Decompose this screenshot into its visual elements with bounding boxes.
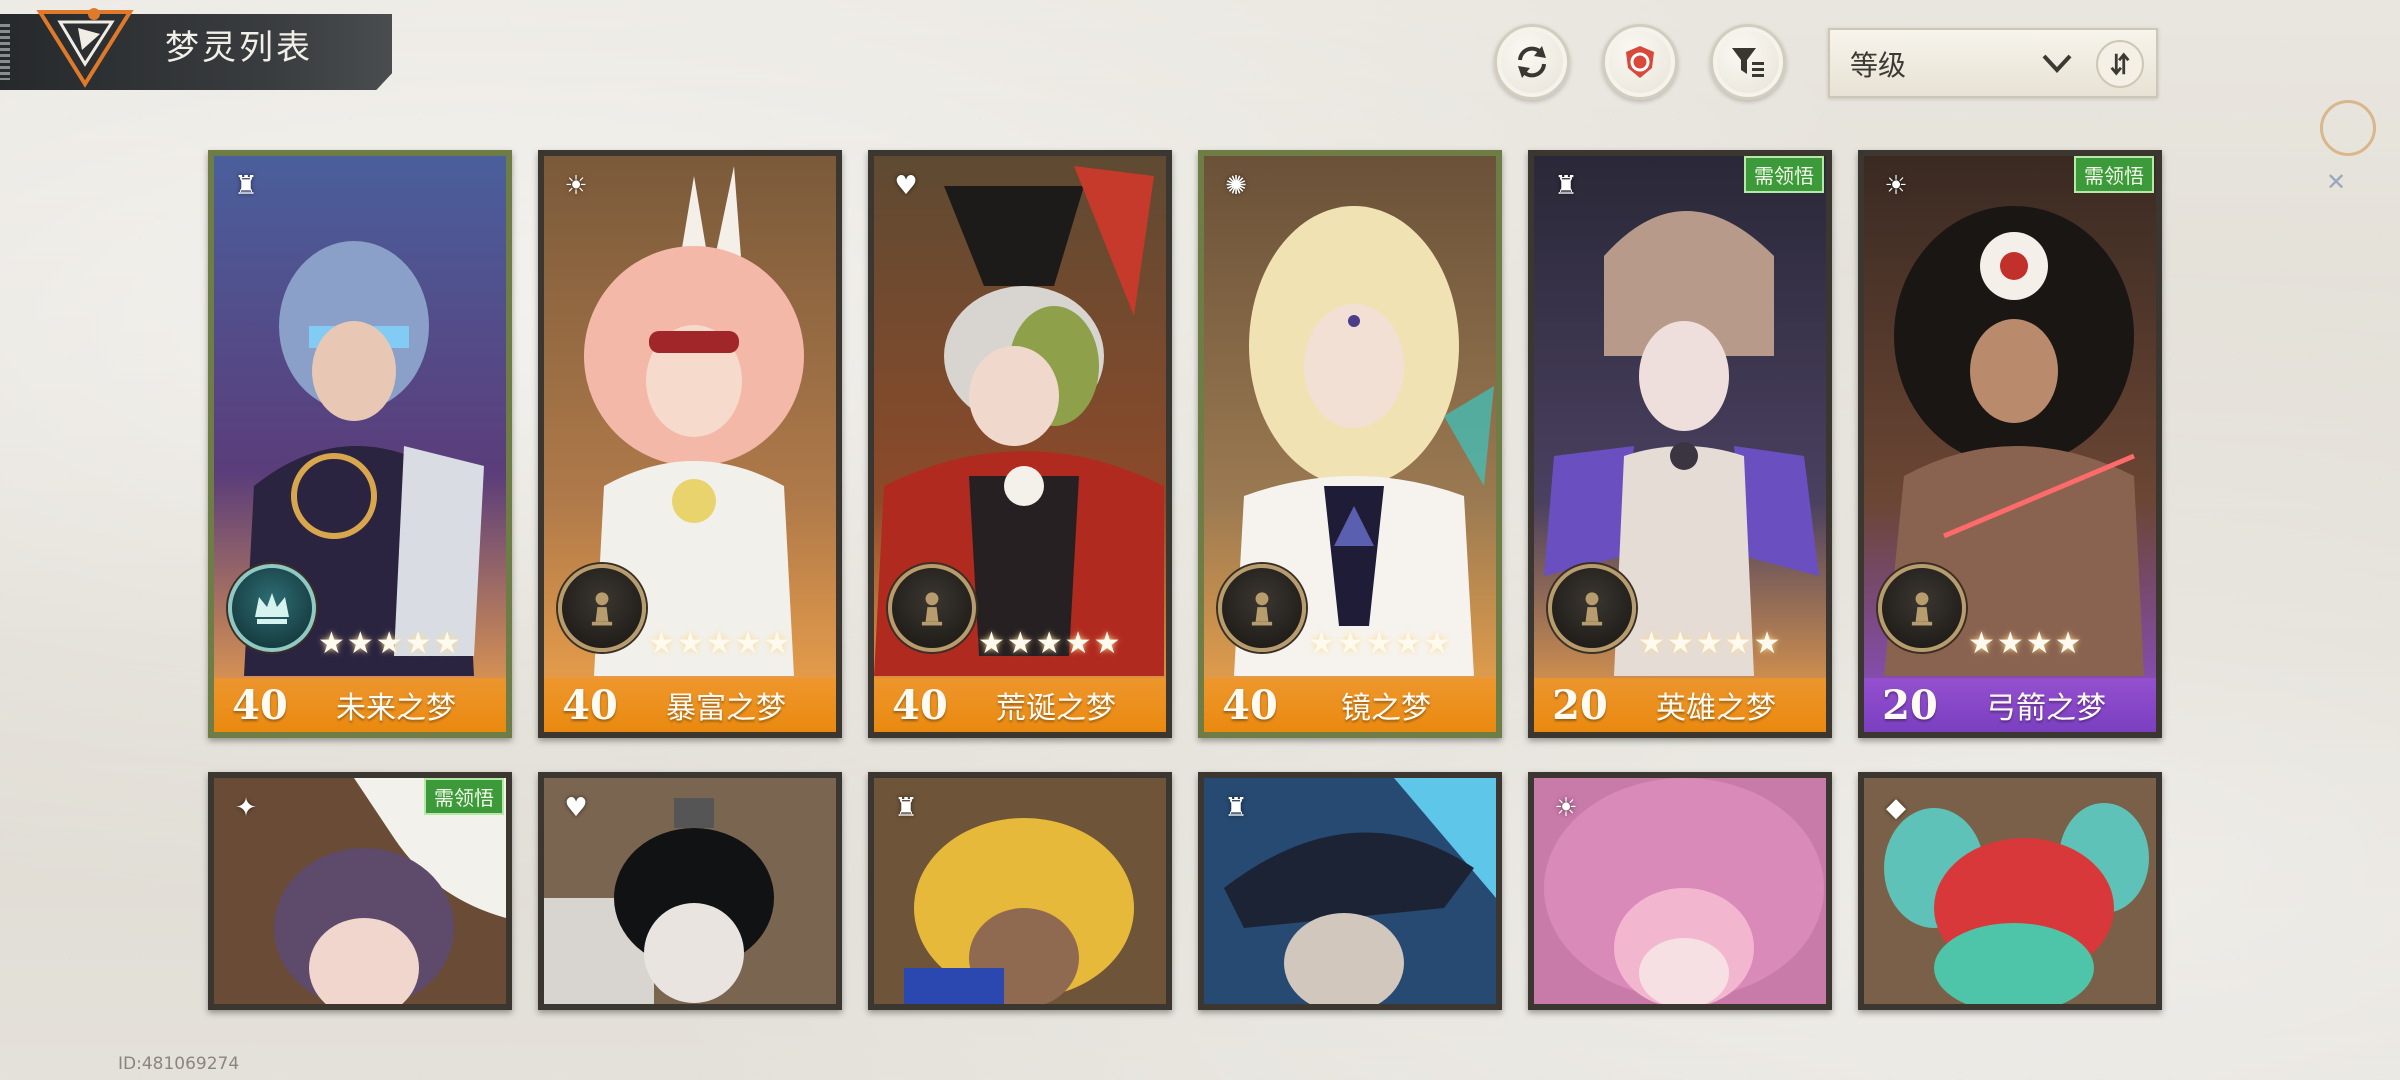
character-card[interactable]: ♜ [868,772,1172,1010]
character-card[interactable]: ☀ ★★★★★ 40 暴富之梦 [538,150,842,738]
element-ruin-icon: ♜ [1224,793,1248,823]
card-name: 镜之梦 [1341,691,1431,726]
target-icon [1626,46,1654,78]
card-name: 暴富之梦 [666,691,786,726]
sort-dropdown[interactable]: 等级 [1828,28,2158,98]
card-level: 40 [1222,681,1278,729]
role-pawn-icon [1548,564,1636,652]
character-card[interactable]: ♜ 需领悟 ★★★★★ 20 英雄之梦 [1528,150,1832,738]
element-heart-icon: ♥ [894,171,918,201]
card-name: 未来之梦 [336,691,456,726]
character-card[interactable]: ♜ [1198,772,1502,1010]
character-card[interactable]: ♥ ★★★★★ 40 荒诞之梦 [868,150,1172,738]
element-heart-icon: ♥ [564,793,588,823]
character-card[interactable]: ✦ 需领悟 [208,772,512,1010]
page-title: 梦灵列表 [165,28,313,68]
card-footer: 40 荒诞之梦 [874,678,1166,732]
filter-icon [1732,48,1764,77]
star-rating: ★★★★★ [1638,626,1783,661]
element-sun-icon: ☀ [1884,171,1908,201]
card-level: 40 [232,681,288,729]
app-logo-icon [36,8,134,88]
chevron-down-icon [2042,54,2072,73]
character-card[interactable]: ✺ ★★★★★ 40 镜之梦 [1198,150,1502,738]
target-button[interactable] [1602,24,1678,100]
element-orbit-icon: ✦ [235,793,257,823]
card-footer: 40 暴富之梦 [544,678,836,732]
element-ruin-icon: ♜ [1554,171,1578,201]
need-insight-badge: 需领悟 [1744,156,1824,193]
need-insight-badge: 需领悟 [424,778,504,815]
user-id: ID:481069274 [118,1054,240,1074]
element-sun-icon: ☀ [1554,793,1578,823]
decor-ring [2320,100,2376,156]
element-ruin-icon: ♜ [894,793,918,823]
refresh-icon [1518,46,1546,78]
card-name: 英雄之梦 [1656,691,1776,726]
filter-button[interactable] [1710,24,1786,100]
star-rating: ★★★★★ [1308,626,1453,661]
character-card[interactable]: ☀ [1528,772,1832,1010]
card-name: 荒诞之梦 [996,691,1116,726]
sort-order-icon [2110,52,2130,76]
element-ruin-icon: ♜ [234,171,258,201]
card-footer: 20 弓箭之梦 [1864,678,2156,732]
sort-order-button[interactable] [2096,40,2144,88]
card-footer: 40 未来之梦 [214,678,506,732]
card-level: 40 [892,681,948,729]
character-card[interactable]: ♜ ★★★★★ 40 未来之梦 [208,150,512,738]
character-card[interactable]: ◆ [1858,772,2162,1010]
decor-cross-icon: ✕ [2326,168,2347,196]
element-sun-icon: ☀ [564,171,588,201]
card-level: 40 [562,681,618,729]
refresh-button[interactable] [1494,24,1570,100]
card-level: 20 [1552,681,1608,729]
role-pawn-icon [558,564,646,652]
element-light-icon: ✺ [1225,171,1247,201]
need-insight-badge: 需领悟 [2074,156,2154,193]
star-rating: ★★★★★ [648,626,793,661]
title-stripe [0,24,10,80]
character-card[interactable]: ♥ [538,772,842,1010]
card-level: 20 [1882,681,1938,729]
character-card[interactable]: ☀ 需领悟 ★★★★ 20 弓箭之梦 [1858,150,2162,738]
element-crystal-icon: ◆ [1886,793,1906,823]
role-pawn-icon [888,564,976,652]
star-rating: ★★★★★ [978,626,1123,661]
card-name: 弓箭之梦 [1986,691,2106,726]
role-pawn-icon [1218,564,1306,652]
card-footer: 20 英雄之梦 [1534,678,1826,732]
role-crown-icon [228,564,316,652]
star-rating: ★★★★★ [318,626,463,661]
role-pawn-icon [1878,564,1966,652]
card-footer: 40 镜之梦 [1204,678,1496,732]
star-rating: ★★★★ [1968,626,2084,661]
sort-label: 等级 [1850,49,1907,82]
